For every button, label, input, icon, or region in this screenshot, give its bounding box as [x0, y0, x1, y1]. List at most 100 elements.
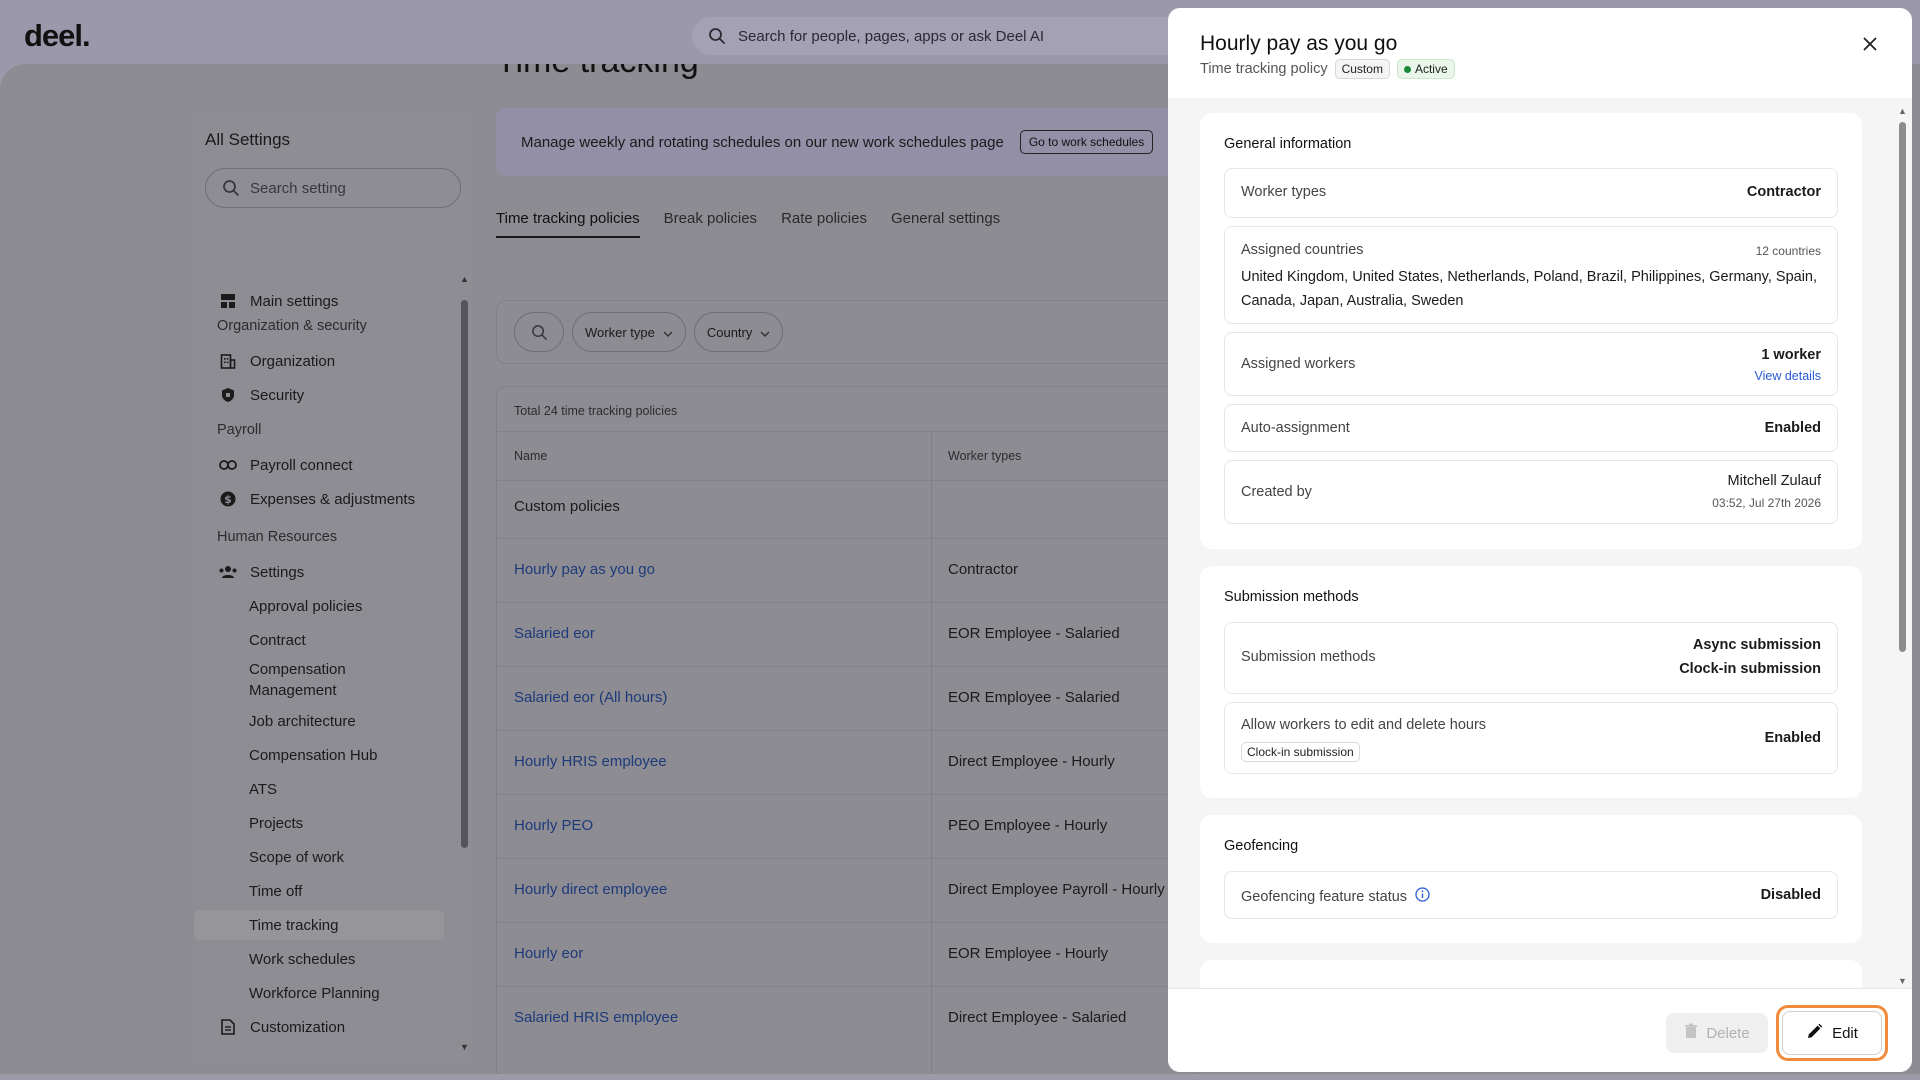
deel-logo[interactable]: deel.: [24, 18, 91, 54]
setting-search-placeholder: Search setting: [250, 179, 346, 197]
assigned-workers-value: 1 worker: [1761, 347, 1821, 363]
table-row[interactable]: Hourly HRIS employee Direct Employee - H…: [497, 730, 1195, 794]
policy-name-link[interactable]: Salaried eor: [514, 625, 595, 642]
table-row[interactable]: Hourly PEO PEO Employee - Hourly: [497, 794, 1195, 858]
sidebar-item-customization[interactable]: Customization: [194, 1012, 444, 1042]
chevron-down-icon: [760, 325, 770, 340]
sidebar-item-contract[interactable]: Contract: [194, 625, 444, 655]
dollar-icon: $: [218, 489, 238, 509]
general-information-card: General information Worker types Contrac…: [1200, 113, 1862, 549]
scroll-down-arrow-icon[interactable]: ▼: [460, 1042, 469, 1052]
next-section-card: [1200, 960, 1862, 988]
sidebar-item-work-schedules[interactable]: Work schedules: [194, 944, 444, 974]
sidebar-item-label: Job architecture: [249, 712, 356, 730]
country-filter-label: Country: [706, 324, 753, 340]
section-human-resources: Human Resources: [217, 529, 338, 545]
table-row[interactable]: Salaried eor (All hours) EOR Employee - …: [497, 666, 1195, 730]
sidebar-item-label: Approval policies: [249, 597, 363, 615]
table-row[interactable]: Hourly direct employee Direct Employee P…: [497, 858, 1195, 922]
sidebar-scrollbar[interactable]: [461, 300, 468, 848]
search-icon: [222, 179, 240, 197]
sidebar-item-time-off[interactable]: Time off: [194, 876, 444, 906]
sidebar-item-projects[interactable]: Projects: [194, 808, 444, 838]
go-to-work-schedules-button[interactable]: Go to work schedules: [1019, 130, 1154, 154]
policy-name-link[interactable]: Hourly direct employee: [514, 881, 667, 898]
geofencing-status-value: Disabled: [1760, 887, 1821, 903]
worker-type-cell: Direct Employee Payroll - Hourly: [948, 881, 1165, 898]
sidebar-item-workforce-planning[interactable]: Workforce Planning: [194, 978, 444, 1008]
scroll-down-arrow-icon[interactable]: ▼: [1898, 976, 1907, 986]
tab-rate-policies[interactable]: Rate policies: [781, 210, 867, 238]
settings-sidebar: All Settings Search setting ▲ ▼ Main set…: [194, 114, 472, 1080]
worker-type-filter[interactable]: Worker type: [572, 312, 686, 352]
tab-time-tracking-policies[interactable]: Time tracking policies: [496, 210, 640, 238]
sidebar-item-job-architecture[interactable]: Job architecture: [194, 706, 444, 736]
sidebar-item-organization[interactable]: Organization: [194, 346, 444, 376]
submission-methods-row: Submission methods Async submission Cloc…: [1224, 622, 1838, 694]
auto-assignment-label: Auto-assignment: [1241, 420, 1350, 436]
sidebar-item-label: Workforce Planning: [249, 984, 380, 1002]
geofencing-heading: Geofencing: [1224, 838, 1299, 854]
table-search-button[interactable]: [514, 312, 564, 352]
country-filter[interactable]: Country: [693, 312, 784, 352]
scroll-up-arrow-icon[interactable]: ▲: [1898, 106, 1907, 116]
created-by-label: Created by: [1241, 484, 1312, 500]
sidebar-item-payroll-connect[interactable]: Payroll connect: [194, 450, 444, 480]
close-button[interactable]: [1863, 37, 1877, 56]
sidebar-item-scope-of-work[interactable]: Scope of work: [194, 842, 444, 872]
pencil-icon: [1806, 1023, 1823, 1044]
worker-types-label: Worker types: [1241, 184, 1327, 200]
column-header-worker-types[interactable]: Worker types: [948, 449, 1021, 463]
sidebar-item-approval-policies[interactable]: Approval policies: [194, 591, 444, 621]
edit-button[interactable]: Edit: [1782, 1011, 1882, 1055]
policy-name-link[interactable]: Salaried eor (All hours): [514, 689, 667, 706]
global-search-placeholder: Search for people, pages, apps or ask De…: [738, 27, 1045, 45]
sidebar-item-compensation-management[interactable]: Compensation Management: [194, 659, 414, 701]
assigned-workers-label: Assigned workers: [1241, 356, 1356, 372]
policy-name-link[interactable]: Hourly pay as you go: [514, 561, 655, 578]
sidebar-item-ats[interactable]: ATS: [194, 774, 444, 804]
submission-methods-card: Submission methods Submission methods As…: [1200, 566, 1862, 798]
policy-name-link[interactable]: Hourly eor: [514, 945, 583, 962]
worker-type-cell: PEO Employee - Hourly: [948, 817, 1108, 834]
worker-types-row: Worker types Contractor: [1224, 168, 1838, 218]
table-row[interactable]: Salaried eor EOR Employee - Salaried: [497, 602, 1195, 666]
setting-search-input[interactable]: Search setting: [205, 168, 461, 208]
assigned-countries-label: Assigned countries: [1241, 242, 1364, 258]
allow-edit-hours-row: Allow workers to edit and delete hours C…: [1224, 702, 1838, 774]
column-header-name[interactable]: Name: [514, 449, 547, 463]
worker-type-cell: Direct Employee - Hourly: [948, 753, 1115, 770]
scroll-up-arrow-icon[interactable]: ▲: [460, 274, 469, 284]
delete-button[interactable]: Delete: [1666, 1013, 1768, 1053]
view-details-link[interactable]: View details: [1755, 369, 1821, 383]
table-row[interactable]: Hourly eor EOR Employee - Hourly: [497, 922, 1195, 986]
policy-name-link[interactable]: Hourly PEO: [514, 817, 593, 834]
assigned-countries-row: Assigned countries 12 countries United K…: [1224, 226, 1838, 324]
policy-tabs: Time tracking policies Break policies Ra…: [496, 210, 1000, 238]
info-icon[interactable]: [1415, 887, 1430, 906]
sidebar-item-time-tracking[interactable]: Time tracking: [194, 910, 444, 940]
group-label: Custom policies: [514, 498, 620, 515]
sidebar-item-label: Compensation Management: [249, 661, 346, 699]
worker-type-filter-label: Worker type: [585, 324, 655, 340]
created-by-row: Created by Mitchell Zulauf 03:52, Jul 27…: [1224, 460, 1838, 524]
section-payroll: Payroll: [217, 422, 262, 438]
sidebar-item-settings[interactable]: Settings: [194, 557, 444, 587]
policy-name-link[interactable]: Hourly HRIS employee: [514, 753, 667, 770]
table-row[interactable]: Salaried HRIS employee Direct Employee -…: [497, 986, 1195, 1050]
active-status-badge: Active: [1396, 59, 1455, 79]
geofencing-status-row: Geofencing feature status Disabled: [1224, 871, 1838, 919]
panel-title: Hourly pay as you go: [1200, 32, 1398, 55]
sidebar-item-compensation-hub[interactable]: Compensation Hub: [194, 740, 444, 770]
panel-scrollbar[interactable]: [1899, 122, 1906, 652]
tab-break-policies[interactable]: Break policies: [664, 210, 757, 238]
sidebar-item-label: Settings: [250, 563, 305, 581]
general-information-heading: General information: [1224, 136, 1352, 152]
tab-general-settings[interactable]: General settings: [891, 210, 1000, 238]
sidebar-item-expenses[interactable]: $ Expenses & adjustments: [194, 484, 444, 514]
sidebar-item-security[interactable]: Security: [194, 380, 444, 410]
policy-name-link[interactable]: Salaried HRIS employee: [514, 1009, 678, 1026]
table-row[interactable]: Hourly pay as you go Contractor: [497, 538, 1195, 602]
countries-count: 12 countries: [1755, 244, 1821, 258]
sidebar-item-main-settings[interactable]: Main settings: [194, 286, 444, 316]
